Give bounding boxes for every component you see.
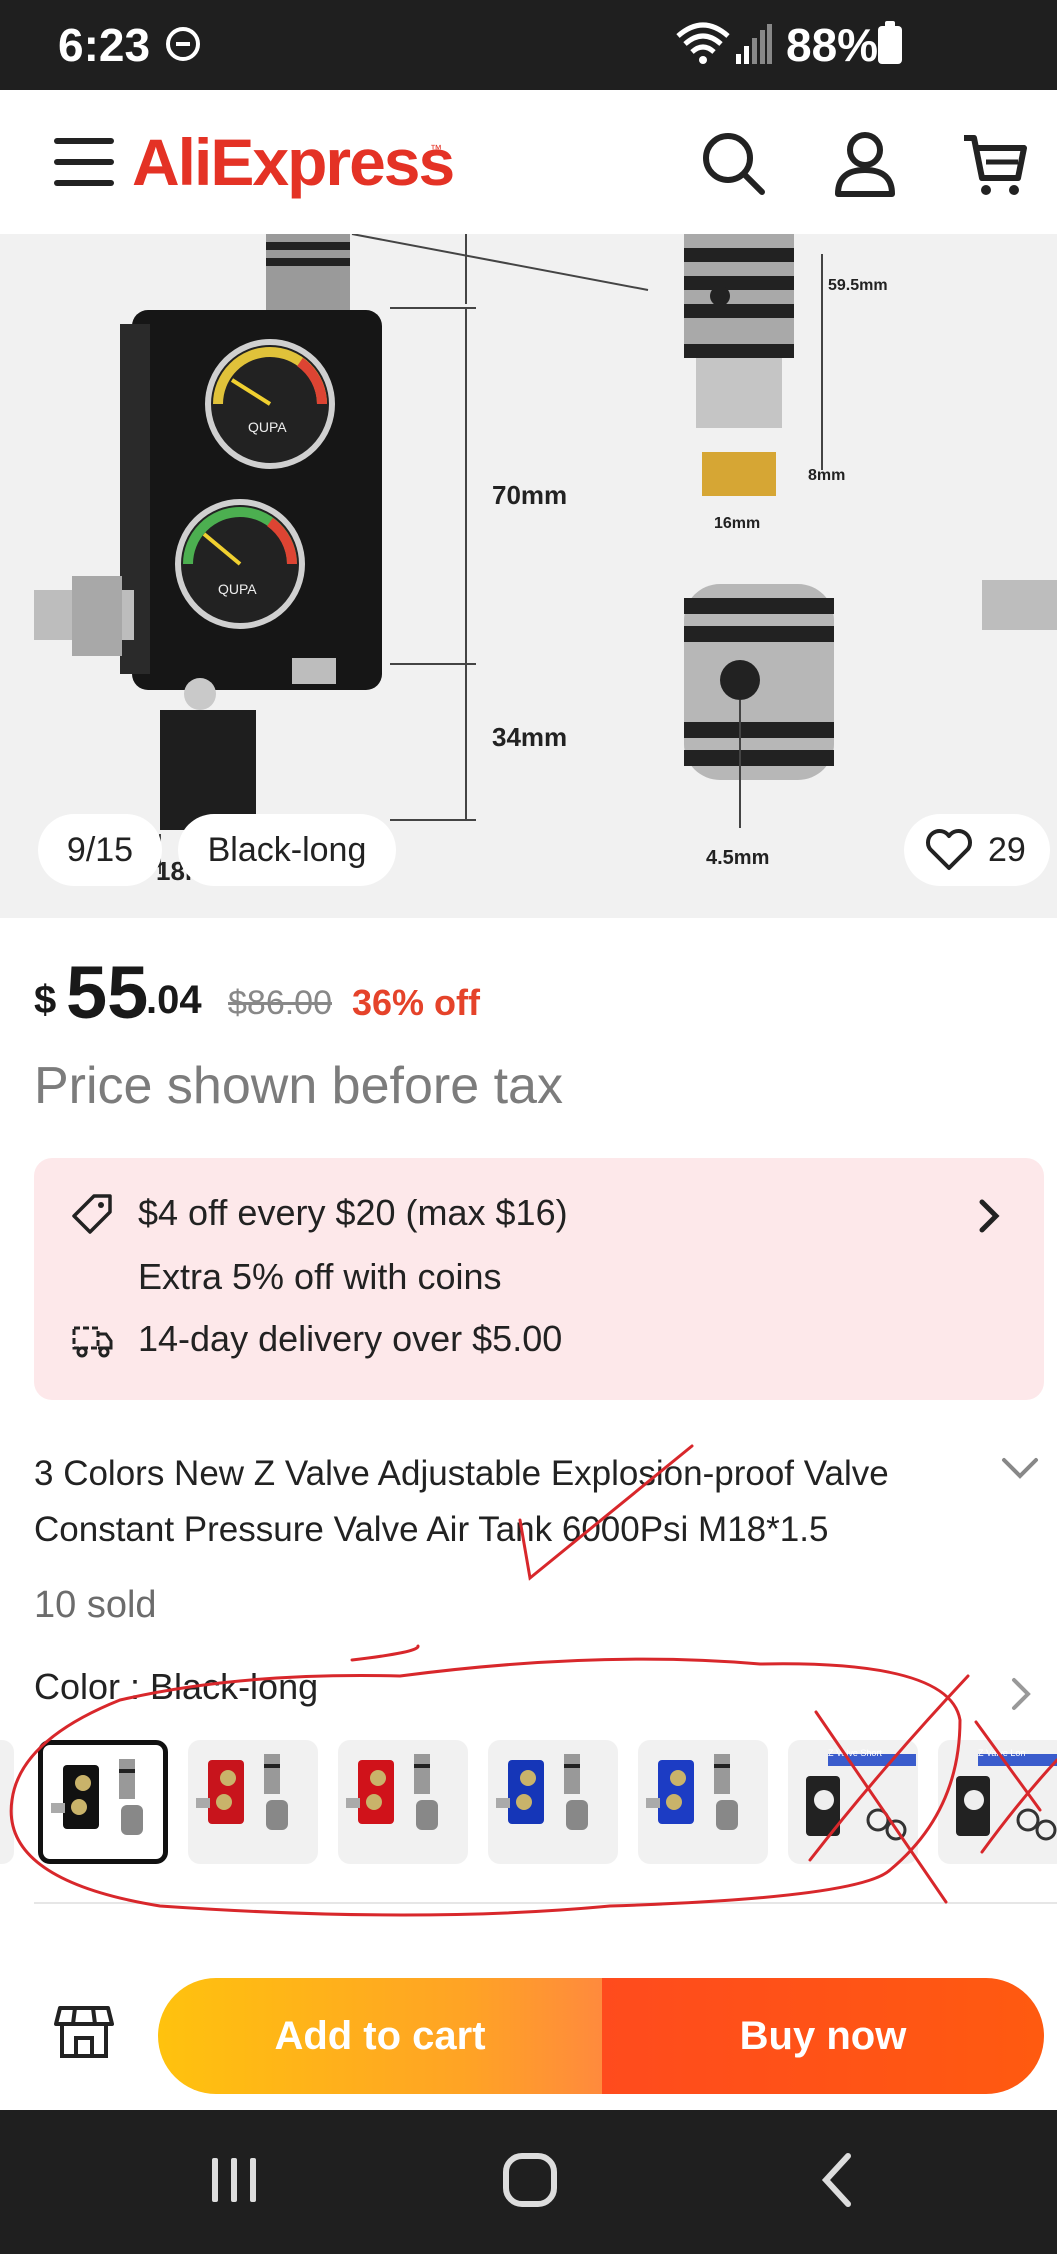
swatch-thumbnail [956,1754,1057,1841]
product-gallery[interactable]: QUPA QUPA 70mm 34mm 18mm (M18*1.5) 59.5m… [0,234,1057,918]
delivery-truck-icon [72,1326,113,1358]
coupon-text: $4 off every $20 (max $16) [138,1192,568,1233]
add-to-cart-button[interactable]: Add to cart [158,1978,602,2094]
chevron-right-icon[interactable] [974,1196,1004,1236]
price-row: $ 55 .04 $86.00 36% off [34,950,1024,1034]
product-title: 3 Colors New Z Valve Adjustable Explosio… [34,1454,889,1549]
original-price: $86.00 [228,984,332,1022]
price-currency: $ [34,978,57,1022]
buy-now-button[interactable]: Buy now [602,1978,1044,2094]
wifi-icon [676,22,730,64]
swatch-thumbnail [646,1754,738,1830]
swatch-thumbnail [496,1754,588,1830]
cart-icon[interactable] [960,128,1030,198]
dim-width: 16mm [714,515,760,532]
swatch-thumbnail [51,1759,143,1835]
battery-icon [878,21,902,64]
store-icon[interactable] [54,2004,114,2060]
color-swatch-partial[interactable] [0,1740,14,1864]
logo-trademark: ™ [430,142,442,156]
image-counter: 9/15 [38,814,162,886]
dim-base: 34mm [492,722,567,752]
delivery-text: 14-day delivery over $5.00 [138,1318,563,1359]
product-image[interactable]: QUPA QUPA 70mm 34mm 18mm (M18*1.5) 59.5m… [0,234,935,918]
chevron-right-icon[interactable] [1010,1676,1034,1712]
dim-thread: 8mm [808,467,845,484]
account-icon[interactable] [830,128,900,198]
coins-text: Extra 5% off with coins [138,1256,502,1297]
color-swatch[interactable] [188,1740,318,1864]
gauge-brand-upper: QUPA [248,419,287,435]
aliexpress-logo[interactable]: AliExpress [132,124,455,200]
color-swatch[interactable] [338,1740,468,1864]
discount-badge: 36% off [352,982,481,1023]
color-label: Color : Black-long [34,1666,319,1707]
price-integer: 55 [66,951,149,1034]
search-icon[interactable] [698,128,768,198]
wishlist-count: 29 [988,831,1026,869]
wishlist-button[interactable]: 29 [904,814,1050,886]
dim-body: 70mm [492,480,567,510]
do-not-disturb-icon [166,27,200,61]
swatch-tag: Z Valve Short [828,1748,882,1758]
app-header: AliExpress ™ [0,90,1057,234]
swatch-thumbnail [196,1754,288,1830]
variant-label: Black-long [178,814,396,886]
back-icon[interactable] [816,2150,860,2210]
status-time: 6:23 [58,19,151,71]
system-nav-bar [0,2110,1057,2254]
divider [34,1902,1057,1904]
coupon-tag-icon [72,1194,112,1234]
dim-hole: 4.5mm [706,847,769,869]
signal-icon [736,24,772,64]
gauge-brand-lower: QUPA [218,581,257,597]
swatch-thumbnail [346,1754,438,1830]
swatch-tag: Z Valve Lon [978,1748,1026,1758]
status-bar: 6:23 88% [0,0,1057,90]
dim-top: 59.5mm [828,277,888,294]
sold-count: 10 sold [34,1584,157,1626]
color-swatch[interactable]: Z Valve Lon [938,1740,1057,1864]
chevron-down-icon[interactable] [998,1452,1042,1482]
swatch-thumbnail [806,1754,916,1841]
heart-icon [926,829,972,870]
color-swatch[interactable]: Z Valve Short [788,1740,918,1864]
color-swatch[interactable] [488,1740,618,1864]
tax-note: Price shown before tax [34,1057,563,1115]
color-swatch[interactable] [38,1740,168,1864]
menu-icon[interactable] [54,138,114,186]
bottom-action-bar: Add to cart Buy now [0,1940,1057,2110]
battery-percent: 88% [786,19,879,71]
color-swatch[interactable] [638,1740,768,1864]
price-decimal: .04 [146,978,202,1022]
home-icon[interactable] [500,2150,560,2210]
recent-apps-icon[interactable] [206,2150,262,2210]
promotions-panel[interactable]: $4 off every $20 (max $16) Extra 5% off … [34,1158,1044,1400]
